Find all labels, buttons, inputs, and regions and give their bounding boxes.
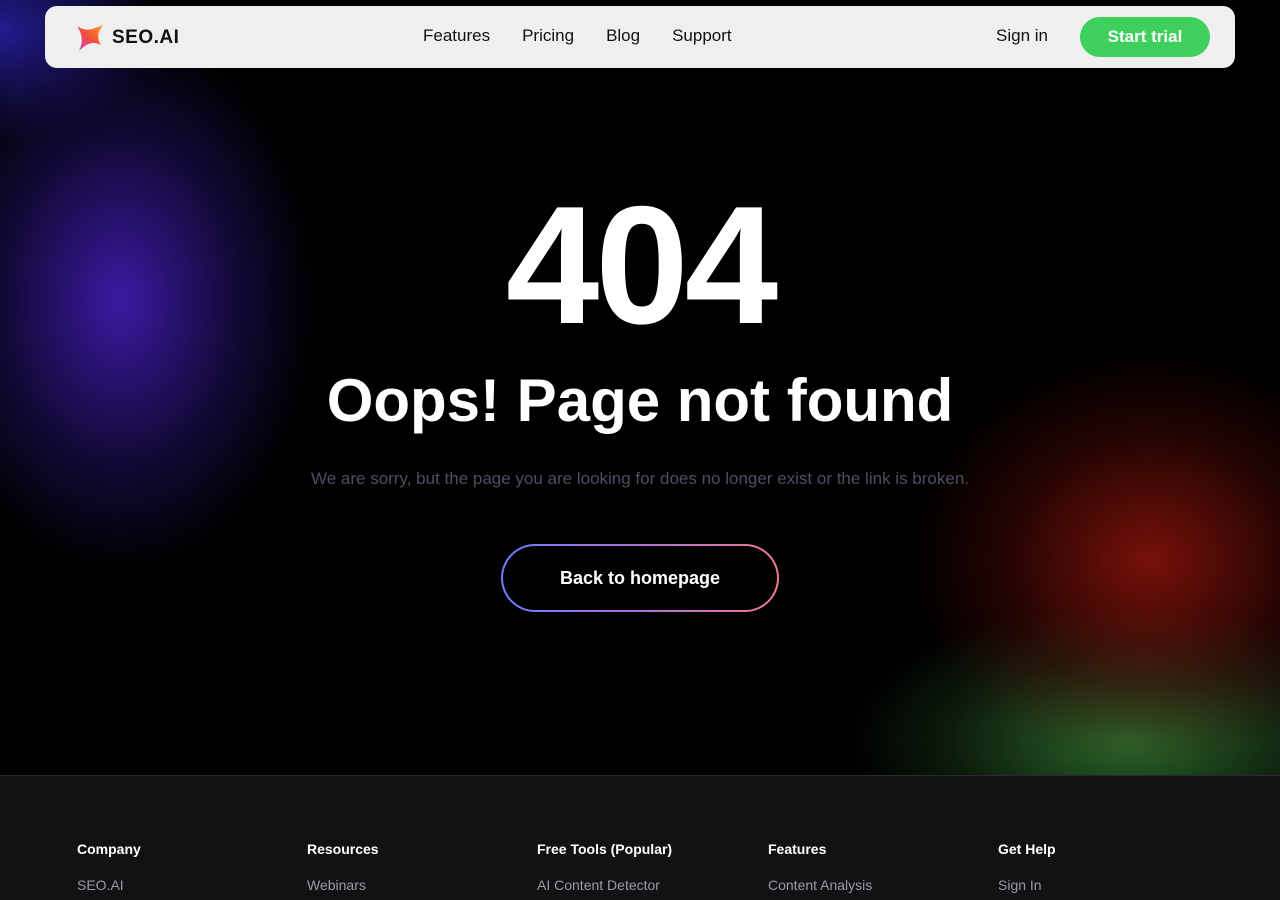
footer-link[interactable]: Webinars [307, 877, 379, 893]
hero-section: SEO.AI Features Pricing Blog Support Sig… [0, 0, 1280, 775]
error-code: 404 [505, 171, 778, 359]
error-message: We are sorry, but the page you are looki… [310, 469, 969, 488]
start-trial-button[interactable]: Start trial [1080, 17, 1210, 57]
logo-link[interactable]: SEO.AI [75, 23, 179, 53]
nav-link-pricing[interactable]: Pricing [522, 26, 574, 46]
footer-link[interactable]: SEO.AI [77, 877, 141, 893]
footer-column-resources: Resources Webinars [307, 841, 379, 893]
top-navbar: SEO.AI Features Pricing Blog Support Sig… [45, 6, 1235, 68]
back-to-homepage-label: Back to homepage [503, 546, 777, 610]
footer-link[interactable]: Content Analysis [768, 877, 872, 893]
footer-heading: Free Tools (Popular) [537, 841, 673, 857]
back-to-homepage-button[interactable]: Back to homepage [501, 544, 779, 612]
footer-heading: Features [768, 841, 827, 857]
footer-column-features: Features Content Analysis [768, 841, 872, 893]
nav-link-features[interactable]: Features [423, 26, 490, 46]
nav-link-support[interactable]: Support [672, 26, 732, 46]
nav-link-blog[interactable]: Blog [606, 26, 640, 46]
footer-column-company: Company SEO.AI [77, 841, 141, 893]
page-title: Oops! Page not found [326, 367, 954, 434]
logo-text: SEO.AI [112, 27, 180, 48]
footer-column-free-tools: Free Tools (Popular) AI Content Detector [537, 841, 672, 893]
footer-column-get-help: Get Help Sign In [998, 841, 1056, 893]
footer-heading: Resources [307, 841, 379, 857]
sign-in-link[interactable]: Sign in [996, 26, 1048, 46]
footer: Company SEO.AI Resources Webinars Free T… [0, 775, 1280, 900]
footer-heading: Company [77, 841, 141, 857]
star-logo-icon [77, 25, 103, 51]
footer-link[interactable]: Sign In [998, 877, 1056, 893]
footer-heading: Get Help [998, 841, 1056, 857]
nav-links: Features Pricing Blog Support [423, 26, 764, 46]
footer-link[interactable]: AI Content Detector [537, 877, 672, 893]
